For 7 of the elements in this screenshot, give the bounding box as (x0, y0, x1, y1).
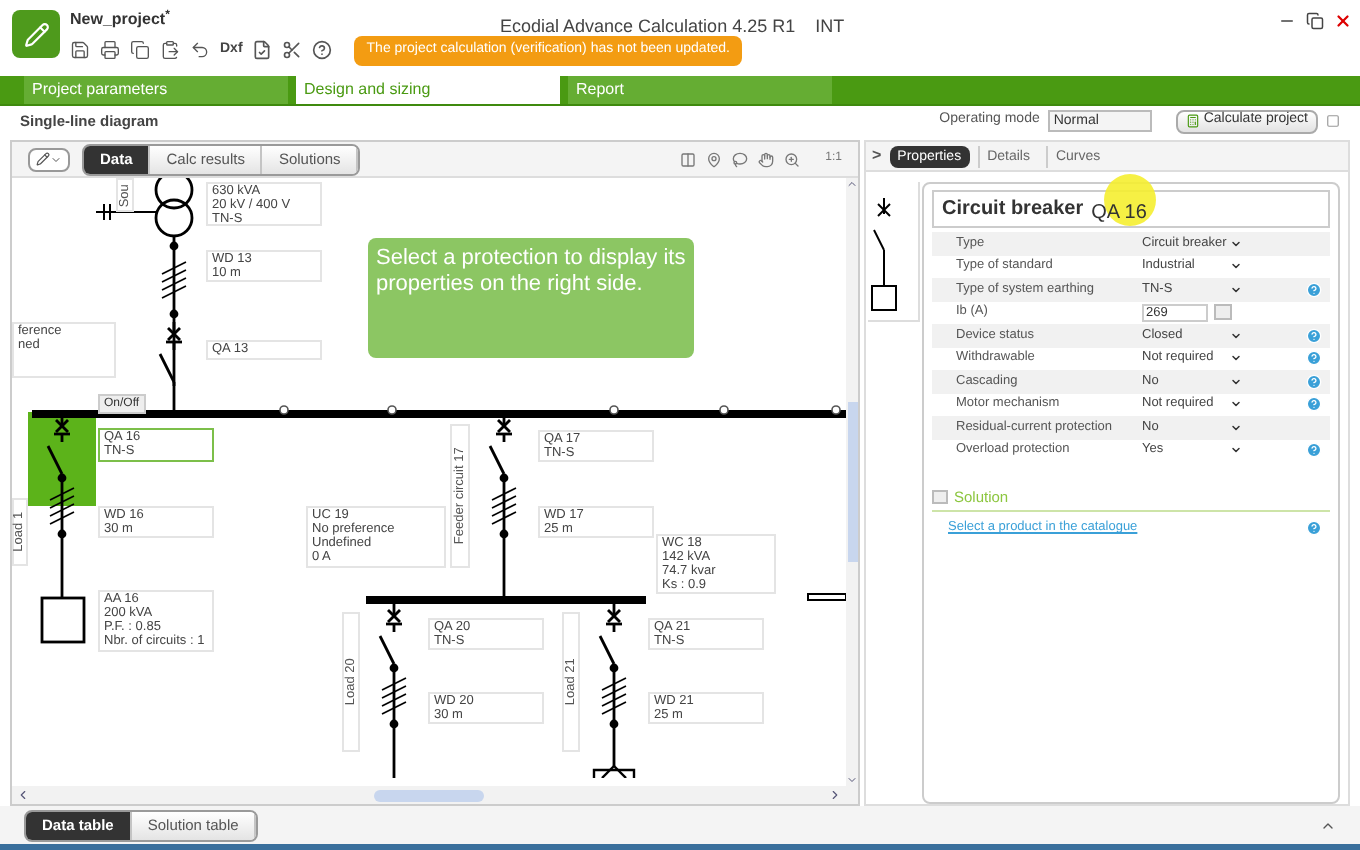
main-tab[interactable]: Design and sizing (296, 76, 560, 104)
edition-label: INT (815, 14, 845, 40)
collapse-toggle[interactable]: > (872, 144, 882, 168)
project-name: New_project$^{*}$ (70, 8, 170, 32)
window-title: Ecodial Advance Calculation 4.25 R1 (500, 14, 796, 40)
hint-message: Select a protection to display its properties on the right side. (368, 238, 694, 358)
device-type-title: Circuit breaker (942, 196, 1084, 224)
